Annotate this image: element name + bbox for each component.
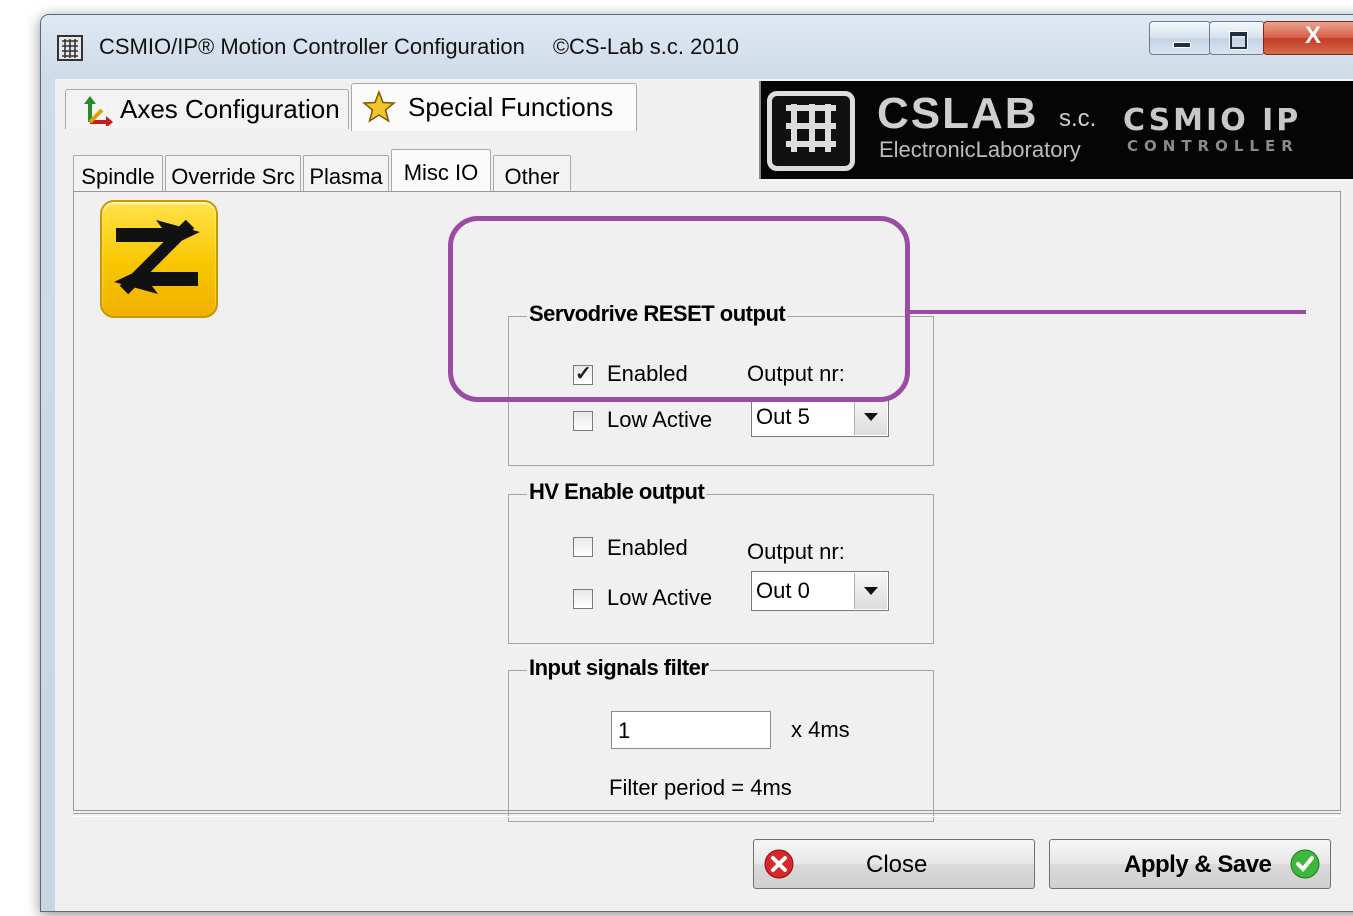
config-window: CSMIO/IP® Motion Controller Configuratio… [40,14,1353,912]
close-button[interactable]: Close [753,839,1035,889]
input-filter-unit: x 4ms [791,717,850,742]
hv-enable-low-active-checkbox[interactable] [573,589,593,609]
window-title: CSMIO/IP® Motion Controller Configuratio… [99,34,739,60]
axes-icon [84,96,113,126]
chevron-down-icon[interactable] [854,573,887,609]
servo-reset-low-active-label: Low Active [607,407,713,432]
maximize-button[interactable] [1209,21,1265,55]
servo-reset-output-value: Out 5 [756,404,810,429]
banner-tagline: ElectronicLaboratory [879,137,1081,162]
tab-override-src[interactable]: Override Src [165,155,301,191]
input-filter-group: Input signals filter 1 x 4ms Filter peri… [508,655,934,822]
maximize-icon [1230,32,1247,49]
tab-other-label: Other [504,164,560,189]
minimize-icon [1173,42,1191,48]
check-green-icon [1290,849,1320,879]
filter-period-text: Filter period = 4ms [609,775,792,800]
close-red-x-icon [764,849,794,879]
hv-enable-output-label: Output nr: [747,539,845,564]
hv-enable-group: HV Enable output Enabled Low Active Outp… [508,479,934,644]
tab-special-functions[interactable]: Special Functions [351,83,637,131]
hv-enable-output-select[interactable]: Out 0 [751,571,889,611]
chevron-down-icon[interactable] [854,399,887,435]
tab-override-label: Override Src [171,164,295,189]
close-button-label: Close [866,851,928,878]
input-filter-title: Input signals filter [527,655,711,681]
hv-enable-title: HV Enable output [527,479,707,505]
banner-brand: CSLAB [877,89,1039,138]
banner-product-sub: CONTROLLER [1127,137,1299,155]
cslab-banner: CSLAB s.c. ElectronicLaboratory CSMIO IP… [759,81,1353,179]
banner-brand-suffix: s.c. [1059,105,1097,132]
tab-axes-label: Axes Configuration [120,94,340,124]
hv-enable-output-value: Out 0 [756,578,810,603]
hv-enable-enabled-label: Enabled [607,535,688,560]
tab-axes-configuration[interactable]: Axes Configuration [65,89,349,129]
tab-misc-io-label: Misc IO [403,160,479,185]
star-icon [362,90,396,123]
tab-spindle-label: Spindle [81,164,155,189]
minimize-button[interactable] [1149,21,1211,55]
banner-product: CSMIO IP [1123,103,1302,138]
tab-special-label: Special Functions [408,92,614,122]
apply-save-button[interactable]: Apply & Save [1049,839,1331,889]
highlight-connector-line [906,310,1306,314]
servo-reset-output-select[interactable]: Out 5 [751,397,889,437]
input-filter-field[interactable]: 1 [611,711,771,749]
footer-divider [73,813,1341,817]
hv-enable-enabled-checkbox[interactable] [573,537,593,557]
servo-reset-low-active-checkbox[interactable] [573,411,593,431]
misc-io-arrows-icon [100,200,218,318]
apply-save-label: Apply & Save [1124,851,1272,878]
hv-enable-low-active-label: Low Active [607,585,713,610]
tab-other[interactable]: Other [493,155,571,191]
close-x-icon: X [1304,22,1321,49]
tab-misc-io[interactable]: Misc IO [391,149,491,193]
highlight-annotation [448,216,910,402]
client-area: Axes Configuration Special Functions CSL… [55,79,1353,911]
cslab-logo-icon [767,91,855,171]
window-title-text: CSMIO/IP® Motion Controller Configuratio… [99,34,525,59]
tab-plasma-label: Plasma [309,164,383,189]
tab-spindle[interactable]: Spindle [73,155,163,191]
app-grid-icon [57,35,83,61]
title-bar[interactable]: CSMIO/IP® Motion Controller Configuratio… [41,15,1353,79]
window-copyright: ©CS-Lab s.c. 2010 [552,34,740,59]
window-close-button[interactable]: X [1263,21,1353,55]
tab-plasma[interactable]: Plasma [303,155,389,191]
